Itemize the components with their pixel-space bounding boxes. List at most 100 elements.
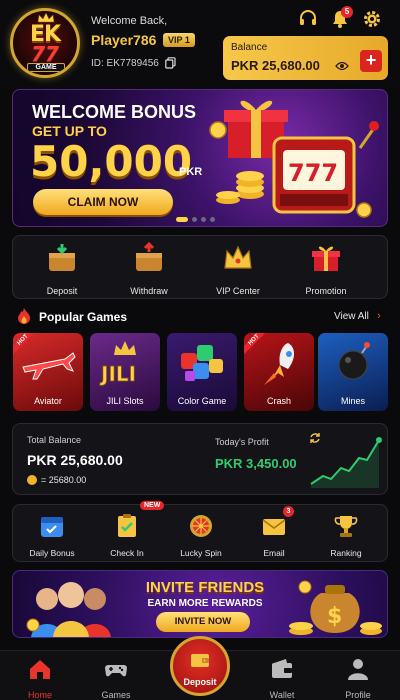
game-title: Color Game	[177, 396, 227, 406]
slot-machine-gift-illustration: 777	[209, 100, 379, 218]
feature-check-in[interactable]: Check In	[90, 513, 164, 558]
bomb-icon	[338, 342, 370, 380]
hot-label: HOT	[13, 333, 35, 355]
coin-balance: = 25680.00	[41, 475, 87, 485]
crown-icon	[224, 245, 252, 269]
banner-amount: 50,000	[30, 137, 193, 186]
nav-label: Deposit	[183, 677, 217, 687]
total-balance-value: PKR 25,680.00	[27, 452, 123, 468]
color-cubes-icon	[181, 345, 223, 381]
nav-home[interactable]: Home	[10, 657, 70, 700]
game-card-color-game[interactable]: Color Game	[167, 333, 237, 411]
balance-card: Balance PKR 25,680.00 +	[223, 36, 388, 80]
feature-daily-bonus[interactable]: Daily Bonus	[15, 513, 89, 558]
quick-action-promotion[interactable]: Promotion	[286, 242, 366, 296]
balance-profit-panel: Total Balance PKR 25,680.00 = 25680.00 T…	[12, 423, 388, 495]
nav-label: Home	[27, 690, 52, 700]
wallet-icon	[272, 659, 292, 678]
carousel-dots[interactable]	[176, 217, 215, 222]
game-title: Aviator	[34, 396, 62, 406]
hot-ribbon: HOT	[13, 333, 35, 355]
spin-wheel-icon	[190, 515, 212, 537]
deposit-fab-button[interactable]: Deposit	[170, 636, 230, 696]
carousel-dot[interactable]	[192, 217, 197, 222]
invite-now-button[interactable]: INVITE NOW	[156, 612, 250, 632]
user-icon	[348, 659, 368, 680]
game-title: JILI Slots	[106, 396, 144, 406]
add-funds-button[interactable]: +	[360, 50, 382, 72]
game-card-aviator[interactable]: HOT Aviator	[13, 333, 83, 411]
eye-icon[interactable]	[335, 61, 349, 71]
feature-email[interactable]: Email	[237, 513, 311, 558]
profit-trend-sparkline	[310, 437, 382, 488]
chevron-right-icon[interactable]: ›	[377, 310, 381, 322]
view-all-link[interactable]: View All	[334, 311, 369, 322]
quick-actions-panel: Deposit Withdraw VIP Center Promotion	[12, 235, 388, 299]
balance-label: Balance	[231, 42, 268, 53]
gift-icon	[312, 246, 340, 271]
wallet-withdraw-icon	[136, 241, 162, 271]
header: EK 77 GAME Welcome Back, Player786 VIP 1…	[0, 0, 400, 88]
banner-currency: PKR	[179, 166, 203, 178]
game-card-mines[interactable]: Mines	[318, 333, 388, 411]
todays-profit-value: PKR 3,450.00	[215, 456, 297, 471]
feature-label: Ranking	[330, 548, 362, 558]
wallet-icon	[191, 654, 209, 667]
carousel-dot[interactable]	[210, 217, 215, 222]
carousel-dot-active[interactable]	[176, 217, 188, 222]
nav-profile[interactable]: Profile	[328, 657, 388, 700]
invite-friends-banner[interactable]: INVITE FRIENDS EARN MORE REWARDS INVITE …	[12, 570, 388, 638]
nav-label: Games	[101, 690, 131, 700]
fire-icon	[18, 308, 30, 324]
vip-badge: VIP 1	[163, 33, 195, 47]
game-title: Crash	[266, 396, 291, 406]
popular-games-title: Popular Games	[39, 310, 128, 324]
hot-ribbon: HOT	[244, 333, 266, 355]
invite-title: INVITE FRIENDS	[145, 579, 265, 596]
wallet-deposit-icon	[49, 244, 75, 271]
nav-games[interactable]: Games	[86, 657, 146, 700]
support-headset-icon[interactable]	[298, 9, 318, 29]
trophy-icon	[334, 516, 358, 537]
svg-text:$: $	[327, 604, 342, 629]
feature-label: Check In	[110, 548, 144, 558]
banner-title: WELCOME BONUS	[32, 102, 196, 122]
total-balance-label: Total Balance	[27, 435, 82, 445]
quick-action-label: Promotion	[305, 286, 347, 296]
game-title: Mines	[340, 396, 365, 406]
quick-action-vip-center[interactable]: VIP Center	[198, 242, 278, 296]
claim-now-button[interactable]: CLAIM NOW	[33, 189, 173, 215]
quick-action-deposit[interactable]: Deposit	[22, 242, 102, 296]
notification-badge: 5	[341, 6, 353, 18]
calendar-icon	[41, 517, 63, 537]
ek77-logo: EK 77 GAME	[10, 8, 80, 78]
quick-action-withdraw[interactable]: Withdraw	[109, 241, 189, 296]
user-id: ID: EK7789456	[91, 58, 159, 69]
feature-label: Lucky Spin	[180, 548, 222, 558]
welcome-bonus-banner[interactable]: 777 WELCOME BONUS GET UP TO 50,000 PKR C…	[12, 89, 388, 227]
quick-action-label: Deposit	[46, 286, 78, 296]
gear-icon[interactable]	[362, 9, 382, 29]
todays-profit-label: Today's Profit	[215, 437, 269, 447]
game-card-jili-slots[interactable]: JILI JILI Slots	[90, 333, 160, 411]
home-icon	[30, 660, 50, 679]
invite-subtitle: EARN MORE REWARDS	[147, 598, 263, 609]
nav-wallet[interactable]: Wallet	[252, 657, 312, 700]
features-panel: Daily Bonus Check In NEW Lucky Spin Emai…	[12, 501, 388, 562]
svg-text:777: 777	[288, 159, 338, 187]
nav-label: Profile	[345, 690, 371, 700]
game-card-crash[interactable]: HOT Crash	[244, 333, 314, 411]
username: Player786	[91, 32, 157, 48]
logo-sub: GAME	[27, 63, 65, 72]
feature-ranking[interactable]: Ranking	[309, 513, 383, 558]
coin-icon	[27, 475, 37, 485]
envelope-icon	[262, 519, 286, 535]
balance-value: PKR 25,680.00	[231, 58, 320, 73]
friends-group-illustration	[26, 582, 111, 637]
clipboard-check-icon	[118, 514, 136, 537]
quick-action-label: VIP Center	[216, 286, 260, 296]
feature-lucky-spin[interactable]: Lucky Spin	[164, 513, 238, 558]
carousel-dot[interactable]	[201, 217, 206, 222]
feature-label: Daily Bonus	[29, 548, 75, 558]
copy-icon[interactable]	[165, 57, 176, 69]
